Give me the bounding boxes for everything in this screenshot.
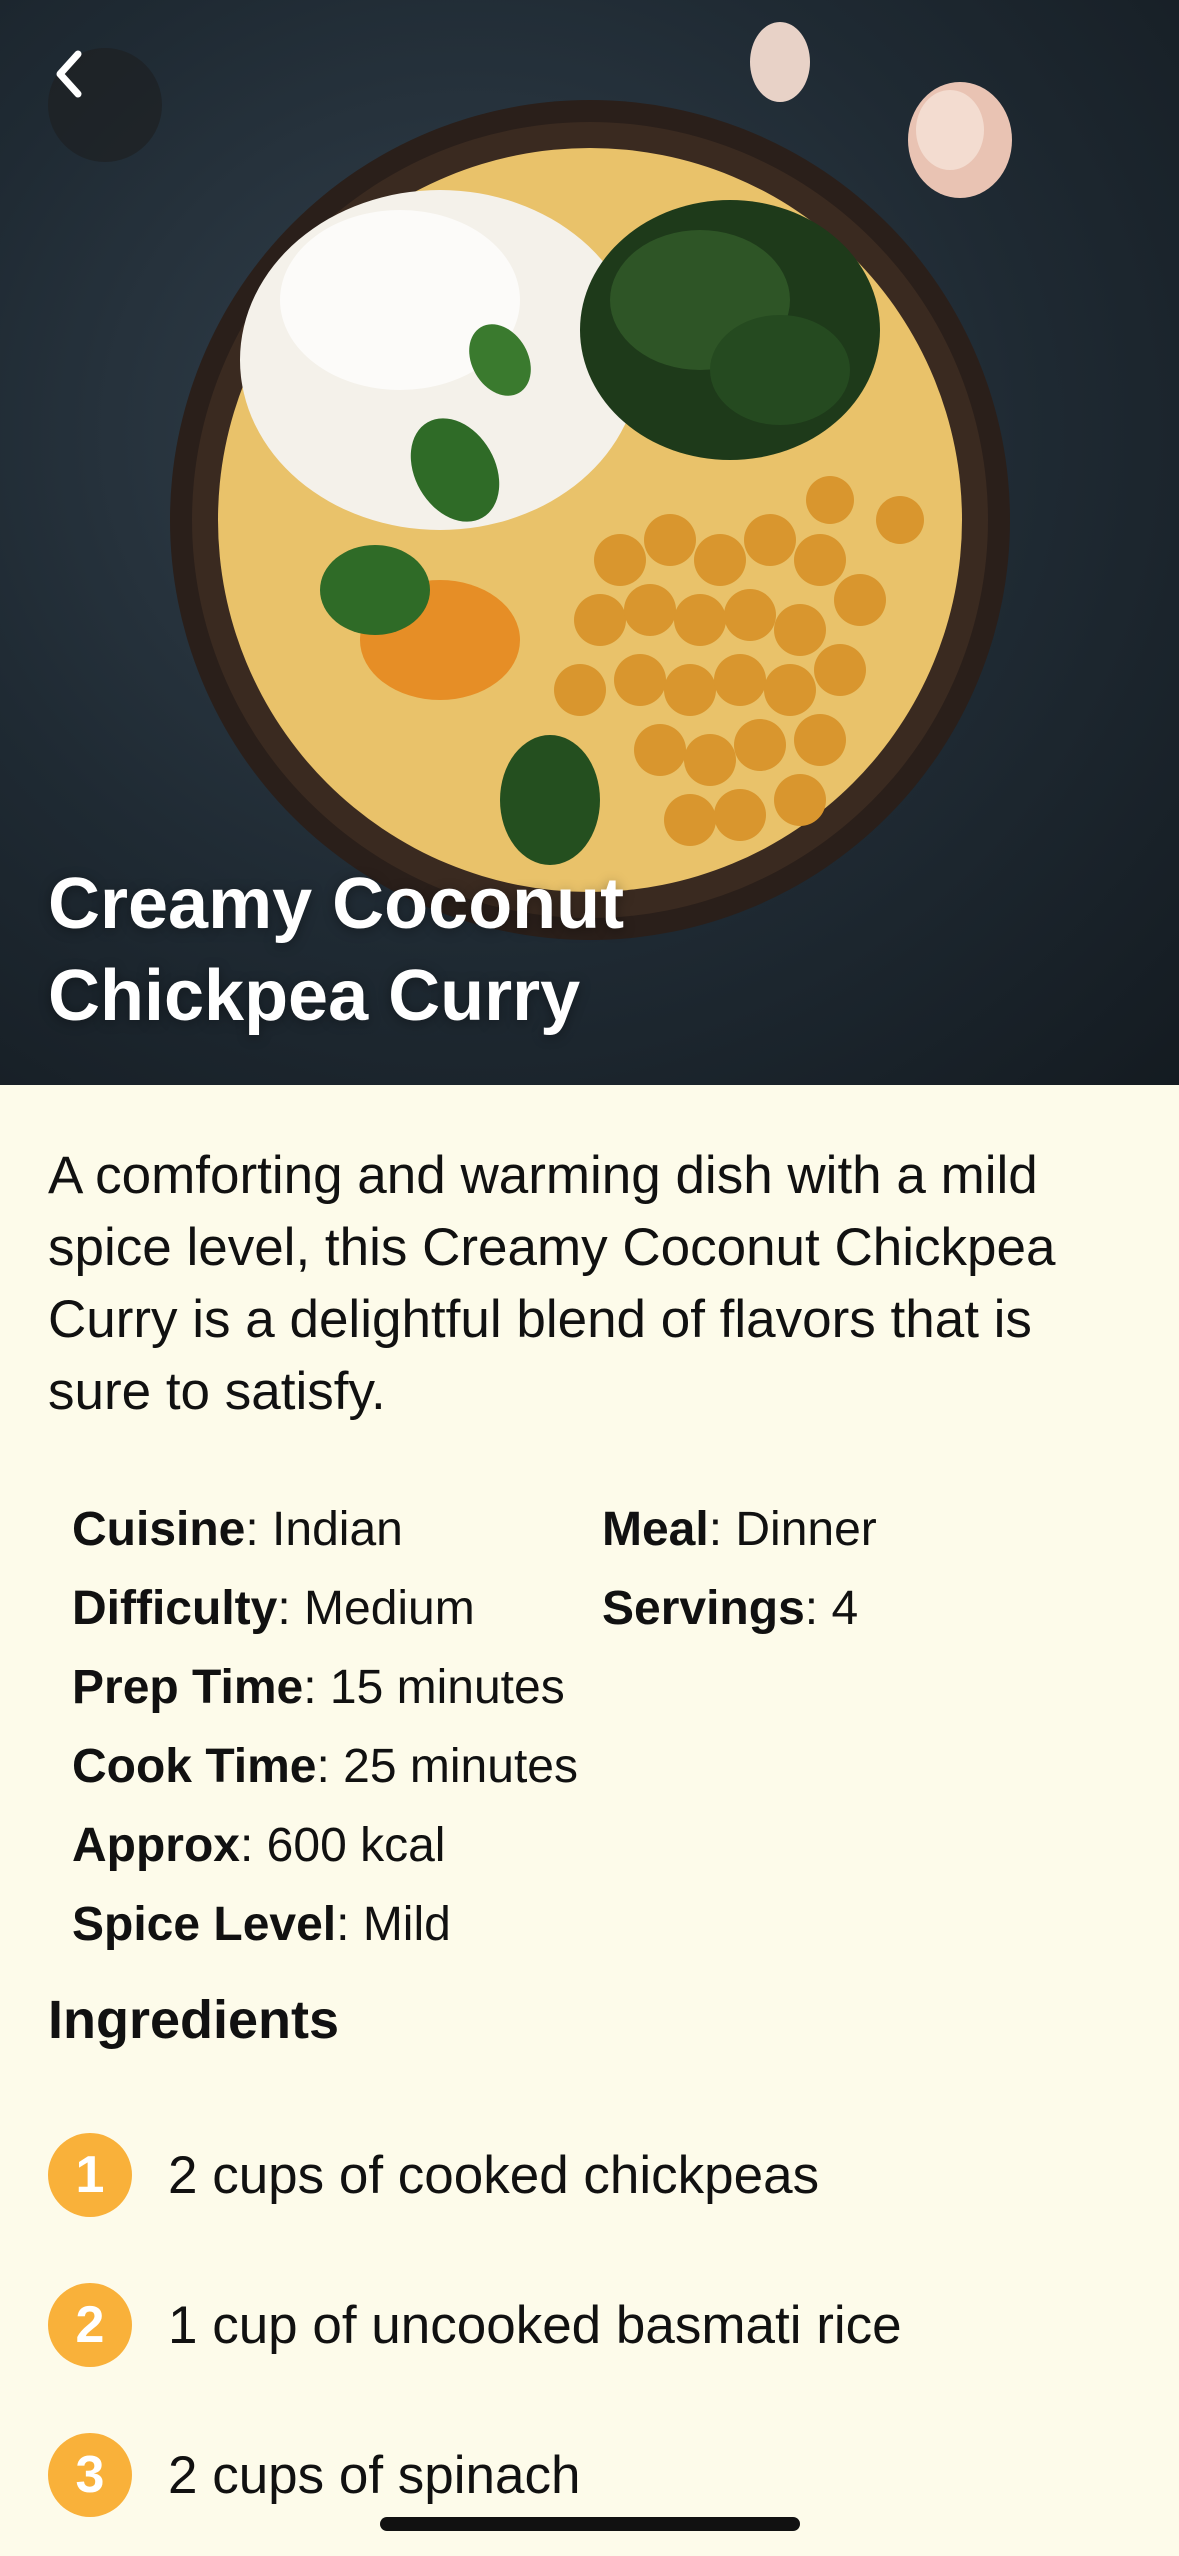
meta-meal: Meal: Dinner [602, 1503, 877, 1556]
meta-row: Approx: 600 kcal [72, 1806, 1132, 1885]
back-button[interactable] [48, 48, 162, 162]
meta-row: Cuisine: Indian Meal: Dinner [72, 1490, 1132, 1569]
meta-meal-value: Dinner [735, 1503, 877, 1556]
ingredient-text: 2 cups of cooked chickpeas [168, 2145, 820, 2205]
recipe-title-line-2: Chickpea Curry [48, 956, 581, 1036]
meta-row: Prep Time: 15 minutes [72, 1648, 1132, 1727]
meta-difficulty-label: Difficulty [72, 1582, 278, 1635]
meta-approx-label: Approx [72, 1819, 240, 1872]
meta-cook-time: Cook Time: 25 minutes [72, 1740, 578, 1793]
meta-row: Cook Time: 25 minutes [72, 1727, 1132, 1806]
meta-approx: Approx: 600 kcal [72, 1819, 446, 1872]
meta-prep-label: Prep Time [72, 1661, 304, 1714]
recipe-title-line-1: Creamy Coconut [48, 864, 625, 944]
ingredient-text: 2 cups of spinach [168, 2445, 581, 2505]
meta-row: Difficulty: Medium Servings: 4 [72, 1569, 1132, 1648]
meta-difficulty-value: Medium [304, 1582, 475, 1635]
hero-image: Creamy Coconut Chickpea Curry [0, 0, 1179, 1085]
ingredients-heading: Ingredients [48, 1990, 340, 2050]
meta-cook-label: Cook Time [72, 1740, 317, 1793]
meta-cuisine-value: Indian [272, 1503, 403, 1556]
meta-servings-value: 4 [831, 1582, 859, 1635]
recipe-description: A comforting and warming dish with a mil… [48, 1146, 1056, 1421]
meta-servings: Servings: 4 [602, 1582, 859, 1635]
meta-approx-value: 600 kcal [266, 1819, 446, 1872]
chevron-left-icon [56, 50, 82, 98]
ingredient-number-badge: 3 [48, 2433, 132, 2517]
ingredient-number-badge: 1 [48, 2133, 132, 2217]
meta-cuisine-label: Cuisine [72, 1503, 246, 1556]
meta-meal-label: Meal [602, 1503, 709, 1556]
ingredient-text: 1 cup of uncooked basmati rice [168, 2295, 902, 2355]
recipe-title: Creamy Coconut Chickpea Curry [48, 858, 848, 1042]
meta-cuisine: Cuisine: Indian [72, 1503, 403, 1556]
recipe-meta: Cuisine: Indian Meal: Dinner Difficulty:… [72, 1490, 1132, 1964]
meta-cook-value: 25 minutes [343, 1740, 578, 1793]
home-indicator[interactable] [380, 2517, 800, 2531]
ingredient-number-badge: 2 [48, 2283, 132, 2367]
ingredient-item: 1 2 cups of cooked chickpeas [48, 2100, 1148, 2250]
meta-spice-value: Mild [362, 1898, 451, 1951]
meta-spice-label: Spice Level [72, 1898, 337, 1951]
meta-servings-label: Servings [602, 1582, 805, 1635]
meta-prep-time: Prep Time: 15 minutes [72, 1661, 565, 1714]
meta-prep-value: 15 minutes [329, 1661, 565, 1714]
ingredients-list: 1 2 cups of cooked chickpeas 2 1 cup of … [48, 2100, 1148, 2550]
meta-difficulty: Difficulty: Medium [72, 1582, 475, 1635]
meta-row: Spice Level: Mild [72, 1885, 1132, 1964]
ingredient-item: 2 1 cup of uncooked basmati rice [48, 2250, 1148, 2400]
meta-spice-level: Spice Level: Mild [72, 1898, 451, 1951]
